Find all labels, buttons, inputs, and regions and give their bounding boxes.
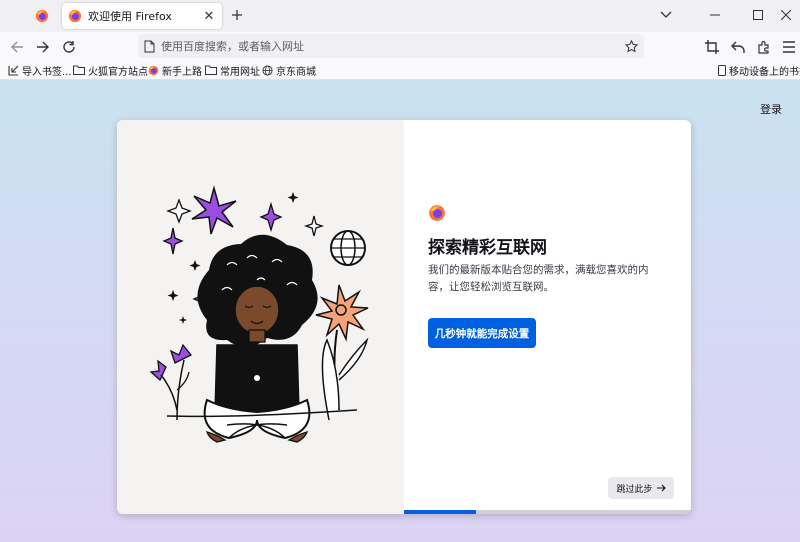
hamburger-menu-icon: [783, 41, 795, 53]
close-tab-icon[interactable]: ✕: [200, 7, 218, 25]
back-button[interactable]: [6, 36, 28, 58]
welcome-page: 登录 探索精彩互联网 我们的最新版本贴合您的需求，满载您喜欢的内容，让您轻松浏览…: [0, 80, 800, 542]
bookmark-label: 火狐官方站点: [88, 66, 148, 78]
bookmark-import[interactable]: 导入书签...: [8, 62, 72, 78]
undo-icon: [731, 41, 745, 53]
close-window-button[interactable]: [772, 0, 800, 30]
back-arrow-icon: [11, 41, 23, 53]
chevron-down-icon: [660, 11, 672, 18]
forward-arrow-icon: [37, 41, 49, 53]
maximize-button[interactable]: [740, 0, 776, 30]
globe-icon: [262, 64, 273, 76]
minimize-button[interactable]: [697, 0, 733, 30]
progress-bar: [404, 510, 691, 514]
bookmark-label: 新手上路: [162, 66, 202, 78]
url-bar[interactable]: [138, 34, 644, 58]
reload-button[interactable]: [58, 36, 80, 58]
url-input[interactable]: [161, 39, 601, 53]
reload-icon: [63, 41, 75, 53]
bookmark-label: 京东商城: [276, 66, 316, 78]
bookmark-common-sites[interactable]: 常用网址: [205, 62, 260, 78]
person-with-laptop-illustration: [149, 185, 369, 443]
page-icon: [144, 40, 155, 52]
mobile-bookmarks-label: 移动设备上的书签: [729, 66, 800, 78]
bookmark-firefox-site[interactable]: 火狐官方站点: [73, 62, 148, 78]
bookmark-star-button[interactable]: [622, 37, 640, 55]
menu-button[interactable]: [778, 36, 800, 58]
bookmark-label: 常用网址: [220, 66, 260, 78]
tab-welcome[interactable]: 欢迎使用 Firefox ✕: [62, 3, 222, 29]
new-tab-button[interactable]: [227, 5, 247, 25]
login-link[interactable]: 登录: [760, 101, 782, 117]
arrow-right-icon: [656, 484, 666, 492]
folder-icon: [73, 65, 85, 75]
onboarding-card: 探索精彩互联网 我们的最新版本贴合您的需求，满载您喜欢的内容，让您轻松浏览互联网…: [117, 120, 691, 514]
bookmark-jd[interactable]: 京东商城: [262, 62, 316, 78]
mobile-bookmarks[interactable]: 移动设备上的书签: [718, 62, 800, 78]
content-panel: 探索精彩互联网 我们的最新版本贴合您的需求，满载您喜欢的内容，让您轻松浏览互联网…: [404, 120, 691, 514]
skip-button[interactable]: 跳过此步: [608, 477, 674, 499]
pinned-tab[interactable]: [26, 4, 58, 28]
bookmark-getting-started[interactable]: 新手上路: [148, 62, 202, 78]
crop-icon: [705, 40, 719, 54]
forward-button[interactable]: [32, 36, 54, 58]
extensions-button[interactable]: [753, 36, 775, 58]
undo-button[interactable]: [727, 36, 749, 58]
mobile-device-icon: [718, 64, 726, 76]
star-icon: [624, 39, 638, 52]
list-all-tabs-button[interactable]: [656, 5, 676, 25]
firefox-icon: [68, 9, 82, 23]
bookmark-label: 导入书签...: [22, 66, 72, 78]
minimize-icon: [710, 14, 720, 16]
firefox-icon: [148, 65, 159, 75]
firefox-icon: [429, 205, 445, 221]
tab-strip: 欢迎使用 Firefox ✕: [0, 0, 800, 32]
get-started-button[interactable]: 几秒钟就能完成设置: [428, 318, 536, 348]
skip-label: 跳过此步: [616, 484, 653, 495]
firefox-icon: [35, 9, 49, 23]
maximize-icon: [753, 10, 763, 20]
import-icon: [8, 65, 19, 76]
page-subtitle: 我们的最新版本贴合您的需求，满载您喜欢的内容，让您轻松浏览互联网。: [428, 264, 649, 293]
navigation-toolbar: [0, 32, 800, 60]
plus-icon: [232, 10, 242, 20]
puzzle-icon: [758, 40, 769, 54]
folder-icon: [205, 65, 217, 75]
illustration-panel: [117, 120, 404, 514]
progress-fill: [404, 510, 476, 514]
page-title: 探索精彩互联网: [428, 238, 547, 258]
tab-title: 欢迎使用 Firefox: [88, 10, 172, 23]
close-icon: [781, 10, 791, 20]
bookmarks-toolbar: 导入书签... 火狐官方站点 新手上路 常用网址 京东商城 移动设备上的书签: [0, 60, 800, 80]
screenshot-button[interactable]: [701, 36, 723, 58]
